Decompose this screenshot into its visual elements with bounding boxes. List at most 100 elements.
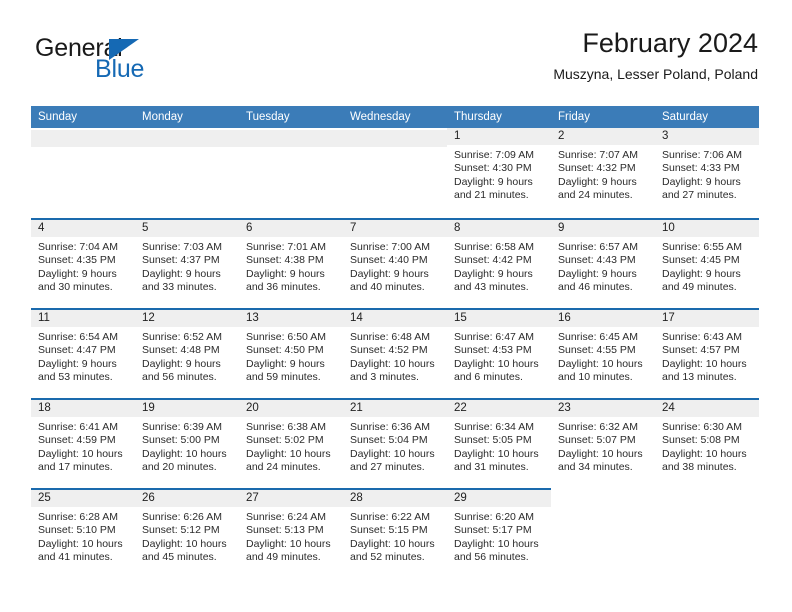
day-cell[interactable]: 25 Sunrise: 6:28 AM Sunset: 5:10 PM Dayligh… — [31, 488, 135, 578]
day-cell[interactable]: 18 Sunrise: 6:41 AM Sunset: 4:59 PM Dayligh… — [31, 398, 135, 488]
day-cell[interactable]: 5 Sunrise: 7:03 AM Sunset: 4:37 PM Daylight… — [135, 218, 239, 308]
day-cell[interactable]: 17 Sunrise: 6:43 AM Sunset: 4:57 PM Dayligh… — [655, 308, 759, 398]
day-cell[interactable]: 16 Sunrise: 6:45 AM Sunset: 4:55 PM Dayligh… — [551, 308, 655, 398]
daylight-text: and 40 minutes. — [350, 281, 425, 294]
general-blue-logo[interactable]: General Blue — [35, 36, 255, 98]
day-details — [551, 505, 655, 509]
weekday-header-wednesday: Wednesday — [343, 106, 447, 128]
sunset-text: Sunset: 4:43 PM — [558, 254, 636, 267]
day-number: 10 — [655, 220, 759, 237]
sunset-text: Sunset: 4:38 PM — [246, 254, 324, 267]
location-subtitle: Muszyna, Lesser Poland, Poland — [553, 66, 758, 83]
day-cell[interactable]: 3 Sunrise: 7:06 AM Sunset: 4:33 PM Daylight… — [655, 128, 759, 218]
calendar-cell: 27 Sunrise: 6:24 AM Sunset: 5:13 PM Dayligh… — [239, 488, 343, 578]
day-cell[interactable]: 23 Sunrise: 6:32 AM Sunset: 5:07 PM Dayligh… — [551, 398, 655, 488]
daylight-text: and 59 minutes. — [246, 371, 321, 384]
day-number: 5 — [135, 220, 239, 237]
calendar-page: General Blue February 2024 Muszyna, Less… — [0, 0, 792, 612]
daylight-text: Daylight: 10 hours — [454, 537, 539, 550]
day-cell[interactable]: 19 Sunrise: 6:39 AM Sunset: 5:00 PM Dayligh… — [135, 398, 239, 488]
day-cell[interactable]: 7 Sunrise: 7:00 AM Sunset: 4:40 PM Daylight… — [343, 218, 447, 308]
day-cell[interactable]: 13 Sunrise: 6:50 AM Sunset: 4:50 PM Dayligh… — [239, 308, 343, 398]
day-details: Sunrise: 6:54 AM Sunset: 4:47 PM Daylight:… — [31, 327, 135, 385]
sunset-text: Sunset: 4:32 PM — [558, 162, 636, 175]
sunrise-text: Sunrise: 6:34 AM — [454, 421, 534, 433]
day-cell[interactable]: 8 Sunrise: 6:58 AM Sunset: 4:42 PM Daylight… — [447, 218, 551, 308]
daylight-text: Daylight: 10 hours — [142, 537, 227, 550]
day-details: Sunrise: 6:45 AM Sunset: 4:55 PM Daylight:… — [551, 327, 655, 385]
sunrise-text: Sunrise: 6:26 AM — [142, 511, 222, 523]
daylight-text: Daylight: 10 hours — [38, 447, 123, 460]
title-block: February 2024 Muszyna, Lesser Poland, Po… — [553, 28, 758, 83]
daylight-text: Daylight: 9 hours — [454, 267, 533, 280]
daylight-text: and 33 minutes. — [142, 281, 217, 294]
page-header: General Blue February 2024 Muszyna, Less… — [31, 28, 758, 100]
daylight-text: Daylight: 10 hours — [350, 537, 435, 550]
day-details: Sunrise: 7:06 AM Sunset: 4:33 PM Daylight:… — [655, 145, 759, 203]
day-cell[interactable]: 29 Sunrise: 6:20 AM Sunset: 5:17 PM Dayligh… — [447, 488, 551, 578]
day-cell[interactable]: 4 Sunrise: 7:04 AM Sunset: 4:35 PM Daylight… — [31, 218, 135, 308]
calendar-cell: 7 Sunrise: 7:00 AM Sunset: 4:40 PM Daylight… — [343, 218, 447, 308]
day-cell[interactable]: 2 Sunrise: 7:07 AM Sunset: 4:32 PM Daylight… — [551, 128, 655, 218]
day-number: 12 — [135, 310, 239, 327]
calendar-cell: 4 Sunrise: 7:04 AM Sunset: 4:35 PM Daylight… — [31, 218, 135, 308]
day-cell[interactable]: 6 Sunrise: 7:01 AM Sunset: 4:38 PM Daylight… — [239, 218, 343, 308]
sunset-text: Sunset: 5:12 PM — [142, 524, 220, 537]
day-cell[interactable]: 28 Sunrise: 6:22 AM Sunset: 5:15 PM Dayligh… — [343, 488, 447, 578]
day-cell[interactable]: 22 Sunrise: 6:34 AM Sunset: 5:05 PM Dayligh… — [447, 398, 551, 488]
day-number: 11 — [31, 310, 135, 327]
daylight-text: Daylight: 10 hours — [350, 447, 435, 460]
daylight-text: Daylight: 9 hours — [142, 267, 221, 280]
day-cell[interactable]: 11 Sunrise: 6:54 AM Sunset: 4:47 PM Dayligh… — [31, 308, 135, 398]
calendar-cell: 20 Sunrise: 6:38 AM Sunset: 5:02 PM Dayligh… — [239, 398, 343, 488]
day-details: Sunrise: 6:28 AM Sunset: 5:10 PM Daylight:… — [31, 507, 135, 565]
daylight-text: and 45 minutes. — [142, 551, 217, 564]
sunrise-text: Sunrise: 6:28 AM — [38, 511, 118, 523]
day-details: Sunrise: 6:48 AM Sunset: 4:52 PM Daylight:… — [343, 327, 447, 385]
day-cell[interactable]: 26 Sunrise: 6:26 AM Sunset: 5:12 PM Dayligh… — [135, 488, 239, 578]
day-number — [655, 488, 759, 505]
day-cell[interactable]: 15 Sunrise: 6:47 AM Sunset: 4:53 PM Dayligh… — [447, 308, 551, 398]
sunset-text: Sunset: 5:02 PM — [246, 434, 324, 447]
day-number: 4 — [31, 220, 135, 237]
day-cell[interactable]: 14 Sunrise: 6:48 AM Sunset: 4:52 PM Dayligh… — [343, 308, 447, 398]
sunset-text: Sunset: 4:37 PM — [142, 254, 220, 267]
day-number: 28 — [343, 490, 447, 507]
calendar-week-row: 1 Sunrise: 7:09 AM Sunset: 4:30 PM Daylight… — [31, 128, 759, 218]
daylight-text: Daylight: 10 hours — [38, 537, 123, 550]
day-details: Sunrise: 6:38 AM Sunset: 5:02 PM Daylight:… — [239, 417, 343, 475]
calendar-cell: 10 Sunrise: 6:55 AM Sunset: 4:45 PM Dayligh… — [655, 218, 759, 308]
day-cell[interactable]: 9 Sunrise: 6:57 AM Sunset: 4:43 PM Daylight… — [551, 218, 655, 308]
day-cell[interactable]: 21 Sunrise: 6:36 AM Sunset: 5:04 PM Dayligh… — [343, 398, 447, 488]
sunrise-text: Sunrise: 7:04 AM — [38, 241, 118, 253]
day-details: Sunrise: 7:09 AM Sunset: 4:30 PM Daylight:… — [447, 145, 551, 203]
sunset-text: Sunset: 5:17 PM — [454, 524, 532, 537]
daylight-text: and 27 minutes. — [662, 189, 737, 202]
sunset-text: Sunset: 4:50 PM — [246, 344, 324, 357]
day-cell[interactable]: 24 Sunrise: 6:30 AM Sunset: 5:08 PM Dayligh… — [655, 398, 759, 488]
daylight-text: and 6 minutes. — [454, 371, 523, 384]
day-cell[interactable]: 27 Sunrise: 6:24 AM Sunset: 5:13 PM Dayligh… — [239, 488, 343, 578]
day-number: 2 — [551, 128, 655, 145]
daylight-text: and 36 minutes. — [246, 281, 321, 294]
daylight-text: Daylight: 9 hours — [350, 267, 429, 280]
day-number: 23 — [551, 400, 655, 417]
sunset-text: Sunset: 5:00 PM — [142, 434, 220, 447]
daylight-text: Daylight: 9 hours — [662, 175, 741, 188]
day-number: 6 — [239, 220, 343, 237]
day-details — [343, 147, 447, 151]
day-number: 24 — [655, 400, 759, 417]
day-cell[interactable]: 20 Sunrise: 6:38 AM Sunset: 5:02 PM Dayligh… — [239, 398, 343, 488]
day-cell[interactable]: 12 Sunrise: 6:52 AM Sunset: 4:48 PM Dayligh… — [135, 308, 239, 398]
empty-day-cell — [239, 128, 343, 218]
daylight-text: Daylight: 9 hours — [662, 267, 741, 280]
daylight-text: Daylight: 10 hours — [662, 357, 747, 370]
daylight-text: Daylight: 10 hours — [142, 447, 227, 460]
sunset-text: Sunset: 5:15 PM — [350, 524, 428, 537]
day-details: Sunrise: 7:03 AM Sunset: 4:37 PM Daylight:… — [135, 237, 239, 295]
weekday-header-saturday: Saturday — [655, 106, 759, 128]
sunset-text: Sunset: 5:04 PM — [350, 434, 428, 447]
day-cell[interactable]: 1 Sunrise: 7:09 AM Sunset: 4:30 PM Daylight… — [447, 128, 551, 218]
sunset-text: Sunset: 5:13 PM — [246, 524, 324, 537]
day-cell[interactable]: 10 Sunrise: 6:55 AM Sunset: 4:45 PM Dayligh… — [655, 218, 759, 308]
